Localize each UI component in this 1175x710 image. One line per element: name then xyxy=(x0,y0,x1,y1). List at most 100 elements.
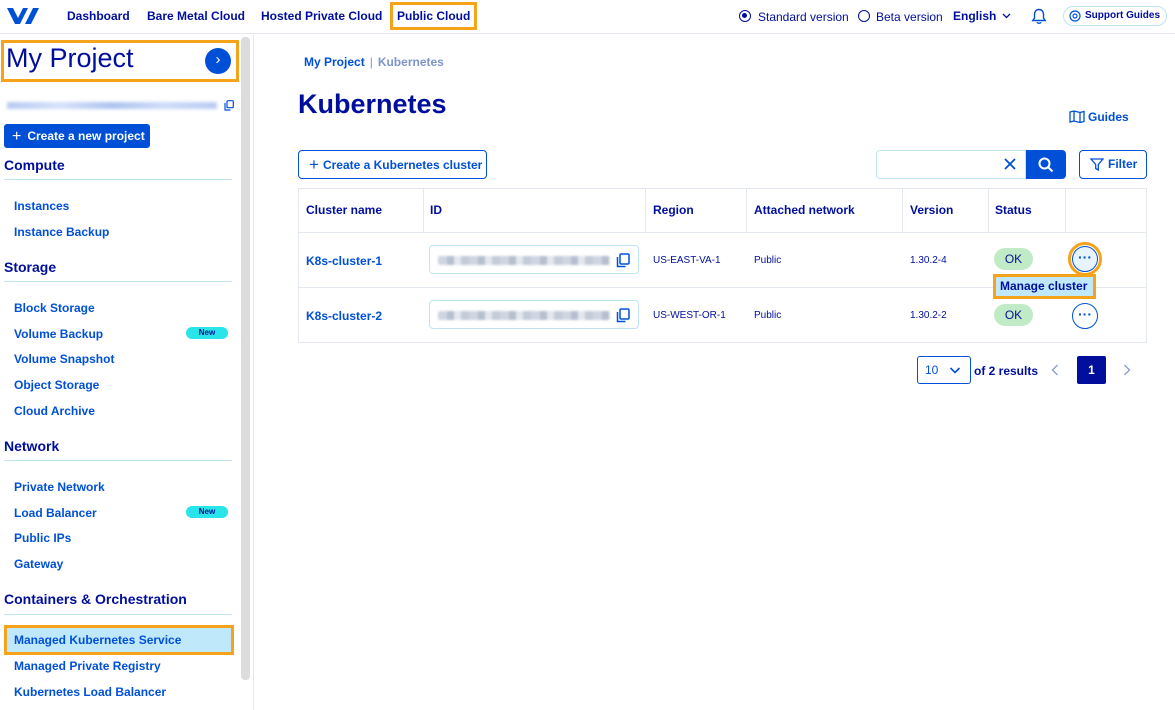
breadcrumb: My Project | Kubernetes xyxy=(304,55,444,69)
sidebar-item-kubernetes-load-balancer[interactable]: Kubernetes Load Balancer xyxy=(14,685,166,699)
filter-funnel-icon xyxy=(1090,158,1104,171)
guides-label: Guides xyxy=(1088,110,1129,124)
create-new-project-button[interactable]: + Create a new project xyxy=(4,124,150,148)
top-navigation: Dashboard Bare Metal Cloud Hosted Privat… xyxy=(0,0,1175,34)
sidebar-item-block-storage[interactable]: Block Storage xyxy=(14,301,95,315)
divider xyxy=(4,179,232,180)
lifebuoy-icon xyxy=(1069,10,1081,22)
region-cell: US-WEST-OR-1 xyxy=(653,310,726,321)
create-kubernetes-cluster-label: Create a Kubernetes cluster xyxy=(322,158,483,172)
project-title-text: My Project xyxy=(6,43,134,73)
support-guides-button[interactable]: Support Guides xyxy=(1063,6,1167,26)
divider xyxy=(4,614,232,615)
breadcrumb-separator: | xyxy=(369,55,373,69)
column-header-id[interactable]: ID xyxy=(430,203,442,217)
project-title: My Project xyxy=(1,40,239,82)
chevron-down-icon[interactable] xyxy=(1002,11,1011,20)
language-selector[interactable]: English xyxy=(953,9,996,23)
copy-icon[interactable] xyxy=(616,308,630,323)
sidebar-scrollbar[interactable] xyxy=(241,37,250,680)
cluster-id-blurred xyxy=(438,256,610,265)
standard-version-label[interactable]: Standard version xyxy=(758,10,849,24)
per-page-select[interactable]: 10 xyxy=(917,356,971,384)
breadcrumb-kubernetes: Kubernetes xyxy=(377,55,444,69)
column-header-status[interactable]: Status xyxy=(995,203,1032,217)
notifications-bell-icon[interactable] xyxy=(1031,8,1047,25)
cluster-name-link[interactable]: K8s-cluster-2 xyxy=(306,309,382,323)
nav-hosted-private-cloud[interactable]: Hosted Private Cloud xyxy=(261,9,382,23)
divider xyxy=(746,189,747,232)
manage-cluster-menu-item[interactable]: Manage cluster xyxy=(993,274,1096,299)
sidebar-item-instance-backup[interactable]: Instance Backup xyxy=(14,225,109,239)
project-id-blurred xyxy=(7,102,217,109)
copy-icon[interactable] xyxy=(616,253,630,268)
per-page-value: 10 xyxy=(925,363,939,377)
cluster-id-blurred xyxy=(438,311,610,320)
search-button[interactable] xyxy=(1026,150,1066,179)
section-compute: Compute xyxy=(4,157,65,173)
divider xyxy=(1065,189,1066,232)
divider xyxy=(988,189,989,232)
sidebar-item-volume-backup[interactable]: Volume Backup xyxy=(14,327,103,341)
standard-version-radio[interactable] xyxy=(739,10,751,22)
row-actions-more-icon[interactable]: ··· xyxy=(1068,242,1102,276)
cluster-id-field[interactable] xyxy=(429,245,639,274)
nav-bare-metal-cloud[interactable]: Bare Metal Cloud xyxy=(147,9,245,23)
sidebar-item-managed-private-registry[interactable]: Managed Private Registry xyxy=(14,659,161,673)
breadcrumb-my-project[interactable]: My Project xyxy=(304,55,365,69)
guides-link[interactable]: Guides xyxy=(1069,110,1129,124)
plus-icon: + xyxy=(309,155,319,174)
nav-public-cloud[interactable]: Public Cloud xyxy=(390,2,478,30)
divider xyxy=(299,232,1146,233)
column-header-region[interactable]: Region xyxy=(653,203,694,217)
row-actions-more-icon[interactable]: ··· xyxy=(1072,303,1098,329)
section-network: Network xyxy=(4,438,60,454)
page-button-current[interactable]: 1 xyxy=(1077,356,1106,384)
project-switch-chevron-icon[interactable]: › xyxy=(205,48,231,74)
new-badge: New xyxy=(186,506,228,518)
status-badge: OK xyxy=(994,248,1033,270)
divider xyxy=(423,189,424,232)
sidebar-item-private-network[interactable]: Private Network xyxy=(14,480,105,494)
divider xyxy=(645,189,646,232)
column-header-version[interactable]: Version xyxy=(910,203,953,217)
sidebar-item-public-ips[interactable]: Public IPs xyxy=(14,531,71,545)
beta-version-label[interactable]: Beta version xyxy=(876,10,943,24)
network-cell: Public xyxy=(754,255,782,266)
chevron-down-icon xyxy=(949,367,961,374)
create-kubernetes-cluster-button[interactable]: + Create a Kubernetes cluster xyxy=(298,150,487,179)
cluster-name-link[interactable]: K8s-cluster-1 xyxy=(306,254,382,268)
beta-version-radio[interactable] xyxy=(858,10,870,22)
plus-icon: + xyxy=(12,128,22,145)
results-summary: of 2 results xyxy=(974,364,1039,378)
version-cell: 1.30.2-4 xyxy=(910,255,947,266)
sidebar-item-managed-kubernetes-service[interactable]: Managed Kubernetes Service xyxy=(4,625,234,655)
sidebar-item-instances[interactable]: Instances xyxy=(14,199,69,213)
chevron-right-icon[interactable] xyxy=(1123,364,1131,376)
network-cell: Public xyxy=(754,310,782,321)
region-cell: US-EAST-VA-1 xyxy=(653,255,721,266)
chevron-left-icon[interactable] xyxy=(1051,364,1059,376)
sidebar-item-cloud-archive[interactable]: Cloud Archive xyxy=(14,404,95,418)
nav-dashboard[interactable]: Dashboard xyxy=(67,9,130,23)
divider xyxy=(4,460,232,461)
sidebar-item-load-balancer[interactable]: Load Balancer xyxy=(14,506,97,520)
sidebar-item-volume-snapshot[interactable]: Volume Snapshot xyxy=(14,352,114,366)
status-badge: OK xyxy=(994,304,1033,326)
column-header-attached-network[interactable]: Attached network xyxy=(754,203,855,217)
page-title: Kubernetes xyxy=(298,89,447,119)
cluster-id-field[interactable] xyxy=(429,300,639,329)
divider xyxy=(902,189,903,232)
filter-button[interactable]: Filter xyxy=(1079,150,1147,179)
clear-search-close-icon[interactable] xyxy=(1002,156,1018,172)
copy-icon[interactable] xyxy=(224,100,234,111)
column-header-cluster-name[interactable]: Cluster name xyxy=(306,203,382,217)
search-icon xyxy=(1038,157,1054,173)
ovhcloud-logo[interactable] xyxy=(6,5,40,27)
book-map-icon xyxy=(1069,110,1085,124)
clusters-table: Cluster name ID Region Attached network … xyxy=(298,188,1147,343)
create-new-project-label: Create a new project xyxy=(27,129,145,143)
sidebar-item-object-storage[interactable]: Object Storage xyxy=(14,378,99,392)
divider xyxy=(4,281,232,282)
sidebar-item-gateway[interactable]: Gateway xyxy=(14,557,63,571)
